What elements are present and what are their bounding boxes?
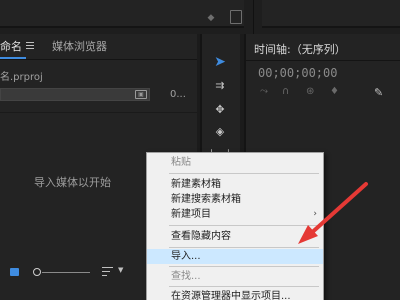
- ripple-edit-tool-icon[interactable]: ✥: [210, 102, 230, 118]
- panel-menu-icon[interactable]: [26, 42, 34, 50]
- menu-separator: [169, 173, 319, 174]
- menu-separator: [169, 225, 319, 226]
- timeline-divider: [246, 60, 400, 61]
- import-media-hint[interactable]: 导入媒体以开始: [34, 174, 111, 190]
- context-menu: 粘贴 新建素材箱 新建搜索素材箱 新建项目 › 查看隐藏内容 导入... 查找.…: [146, 152, 324, 300]
- menu-item-reveal-in-explorer[interactable]: 在资源管理器中显示项目...: [147, 289, 323, 300]
- settings-icon[interactable]: ◆: [206, 13, 216, 23]
- tab-timeline[interactable]: 时间轴:（无序列）: [254, 41, 346, 57]
- menu-item-import[interactable]: 导入...: [147, 249, 323, 264]
- add-marker-icon[interactable]: ♦: [330, 86, 339, 97]
- list-view-icon[interactable]: [10, 268, 19, 276]
- new-search-bin-icon[interactable]: ▣: [135, 90, 147, 99]
- menu-separator: [169, 266, 319, 267]
- project-file-name: 名.prproj: [0, 72, 43, 83]
- menu-item-new-item[interactable]: 新建项目 ›: [147, 207, 323, 222]
- project-tab-bar: 命名 媒体浏览器: [0, 34, 197, 60]
- search-input[interactable]: [0, 88, 150, 101]
- menu-separator: [169, 286, 319, 287]
- item-count: 0...: [170, 89, 186, 100]
- active-tab-indicator: [0, 57, 26, 59]
- menu-item-paste[interactable]: 粘贴: [147, 155, 323, 170]
- tab-media-browser[interactable]: 媒体浏览器: [52, 40, 107, 54]
- timeline-toolbar: ⤳ ∩ ⊛ ♦ ✎: [260, 86, 390, 99]
- tab-project[interactable]: 命名: [0, 40, 22, 54]
- wrench-icon[interactable]: ✎: [374, 86, 383, 99]
- menu-item-new-bin[interactable]: 新建素材箱: [147, 177, 323, 192]
- timecode-display[interactable]: 00;00;00;00: [258, 66, 337, 80]
- chevron-down-icon[interactable]: ▼: [118, 266, 123, 274]
- menu-item-new-search-bin[interactable]: 新建搜索素材箱: [147, 192, 323, 207]
- menu-item-find[interactable]: 查找...: [147, 269, 323, 284]
- menu-separator: [169, 247, 319, 248]
- top-right-panel: [262, 0, 400, 28]
- selection-tool-icon[interactable]: ➤: [210, 54, 230, 70]
- linked-selection-icon[interactable]: ⊛: [306, 86, 314, 97]
- track-select-tool-icon[interactable]: ⇉: [210, 78, 230, 94]
- snap-icon[interactable]: ∩: [282, 86, 289, 97]
- razor-tool-icon[interactable]: ◈: [210, 124, 230, 140]
- top-divider: [253, 0, 254, 34]
- sort-icon[interactable]: [102, 267, 113, 277]
- export-frame-icon[interactable]: [230, 10, 242, 24]
- menu-item-view-hidden[interactable]: 查看隐藏内容: [147, 229, 323, 244]
- zoom-slider-track[interactable]: [42, 272, 90, 273]
- list-divider: [0, 112, 197, 113]
- nest-icon[interactable]: ⤳: [260, 86, 268, 97]
- chevron-right-icon: ›: [313, 209, 317, 219]
- zoom-slider-handle[interactable]: [33, 268, 41, 276]
- menu-item-new-item-label: 新建项目: [171, 209, 211, 220]
